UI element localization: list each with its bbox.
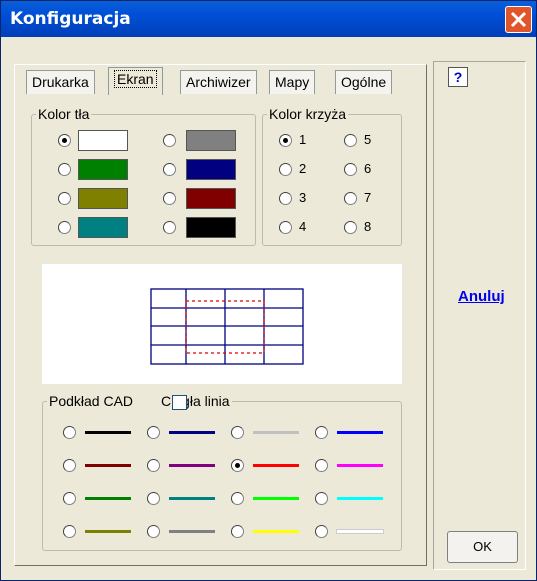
cross-color-label-3: 3 (299, 190, 307, 205)
preview-area (42, 264, 402, 384)
ok-button[interactable]: OK (447, 531, 518, 563)
cad-legend: Podkład CAD Ciągła linia (47, 393, 232, 409)
cross-color-label-1: 1 (299, 132, 307, 147)
cad-line-sample-9 (169, 497, 215, 500)
cad-line-radio-14[interactable] (231, 525, 244, 538)
cad-line-radio-0[interactable] (63, 426, 76, 439)
continuous-line-checkbox[interactable] (172, 395, 187, 410)
cad-line-sample-13 (169, 530, 215, 533)
tab-archiwizer[interactable]: Archiwizer (180, 70, 257, 94)
cad-line-sample-5 (169, 464, 215, 467)
cross-color-radio-5[interactable] (344, 134, 357, 147)
cad-line-sample-0 (85, 431, 131, 434)
cad-line-radio-5[interactable] (147, 459, 160, 472)
tab-mapy[interactable]: Mapy (269, 70, 316, 94)
cross-color-radio-7[interactable] (344, 192, 357, 205)
cross-color-label-4: 4 (299, 219, 307, 234)
bg-color-swatch-2 (78, 159, 128, 180)
cross-color-radio-6[interactable] (344, 163, 357, 176)
tab-drukarka[interactable]: Drukarka (26, 70, 95, 94)
cad-line-radio-3[interactable] (315, 426, 328, 439)
close-button[interactable] (505, 6, 532, 33)
cad-line-sample-3 (337, 431, 383, 434)
cad-line-radio-13[interactable] (147, 525, 160, 538)
cad-line-radio-2[interactable] (231, 426, 244, 439)
window-title: Konfiguracja (10, 9, 131, 29)
cross-color-radio-4[interactable] (279, 221, 292, 234)
cad-line-sample-6 (253, 464, 299, 467)
cross-color-label-8: 8 (364, 219, 372, 234)
cad-line-sample-15 (337, 530, 383, 533)
side-panel (433, 61, 526, 570)
bg-color-radio-1[interactable] (163, 134, 176, 147)
cad-line-sample-1 (169, 431, 215, 434)
bg-color-swatch-4 (78, 188, 128, 209)
cad-line-sample-11 (337, 497, 383, 500)
cad-line-radio-7[interactable] (315, 459, 328, 472)
cross-color-radio-1[interactable] (279, 134, 292, 147)
close-icon (510, 11, 527, 28)
bg-color-swatch-6 (78, 217, 128, 238)
cad-line-radio-6[interactable] (231, 459, 244, 472)
title-bar[interactable]: Konfiguracja (1, 1, 536, 37)
bg-color-radio-6[interactable] (58, 221, 71, 234)
cross-color-label-5: 5 (364, 132, 372, 147)
cad-line-sample-12 (85, 530, 131, 533)
bg-color-radio-7[interactable] (163, 221, 176, 234)
cad-legend-label: Podkład CAD (49, 393, 134, 409)
background-color-legend: Kolor tła (38, 106, 90, 122)
cross-color-radio-2[interactable] (279, 163, 292, 176)
tab-ekran[interactable]: Ekran (108, 67, 163, 95)
bg-color-radio-3[interactable] (163, 163, 176, 176)
bg-color-radio-0[interactable] (58, 134, 71, 147)
tab-ogolne[interactable]: Ogólne (335, 70, 393, 94)
cad-line-radio-10[interactable] (231, 492, 244, 505)
cross-color-label-6: 6 (364, 161, 372, 176)
cad-line-radio-15[interactable] (315, 525, 328, 538)
cad-line-sample-2 (253, 431, 299, 434)
grid-preview-image (150, 288, 304, 365)
cancel-link[interactable]: Anuluj (458, 288, 505, 305)
cross-color-radio-8[interactable] (344, 221, 357, 234)
bg-color-radio-4[interactable] (58, 192, 71, 205)
help-button[interactable]: ? (448, 67, 468, 87)
cad-line-radio-4[interactable] (63, 459, 76, 472)
config-window: Konfiguracja Drukarka Ekran Archiwizer M… (0, 0, 537, 581)
bg-color-swatch-1 (186, 130, 236, 151)
cad-line-sample-14 (253, 530, 299, 533)
bg-color-radio-2[interactable] (58, 163, 71, 176)
cad-line-radio-11[interactable] (315, 492, 328, 505)
cross-color-radio-3[interactable] (279, 192, 292, 205)
cross-color-label-2: 2 (299, 161, 307, 176)
cad-line-sample-7 (337, 464, 383, 467)
bg-color-radio-5[interactable] (163, 192, 176, 205)
cad-line-sample-8 (85, 497, 131, 500)
tab-ekran-label: Ekran (114, 70, 157, 88)
cad-line-radio-9[interactable] (147, 492, 160, 505)
cad-line-radio-8[interactable] (63, 492, 76, 505)
cad-line-sample-4 (85, 464, 131, 467)
cross-color-label-7: 7 (364, 190, 372, 205)
cad-group: Podkład CAD Ciągła linia (42, 393, 402, 551)
bg-color-swatch-0 (78, 130, 128, 151)
bg-color-swatch-5 (186, 188, 236, 209)
bg-color-swatch-7 (186, 217, 236, 238)
cad-line-sample-10 (253, 497, 299, 500)
bg-color-swatch-3 (186, 159, 236, 180)
cross-color-legend: Kolor krzyża (269, 106, 347, 122)
cad-line-radio-12[interactable] (63, 525, 76, 538)
cad-line-radio-1[interactable] (147, 426, 160, 439)
